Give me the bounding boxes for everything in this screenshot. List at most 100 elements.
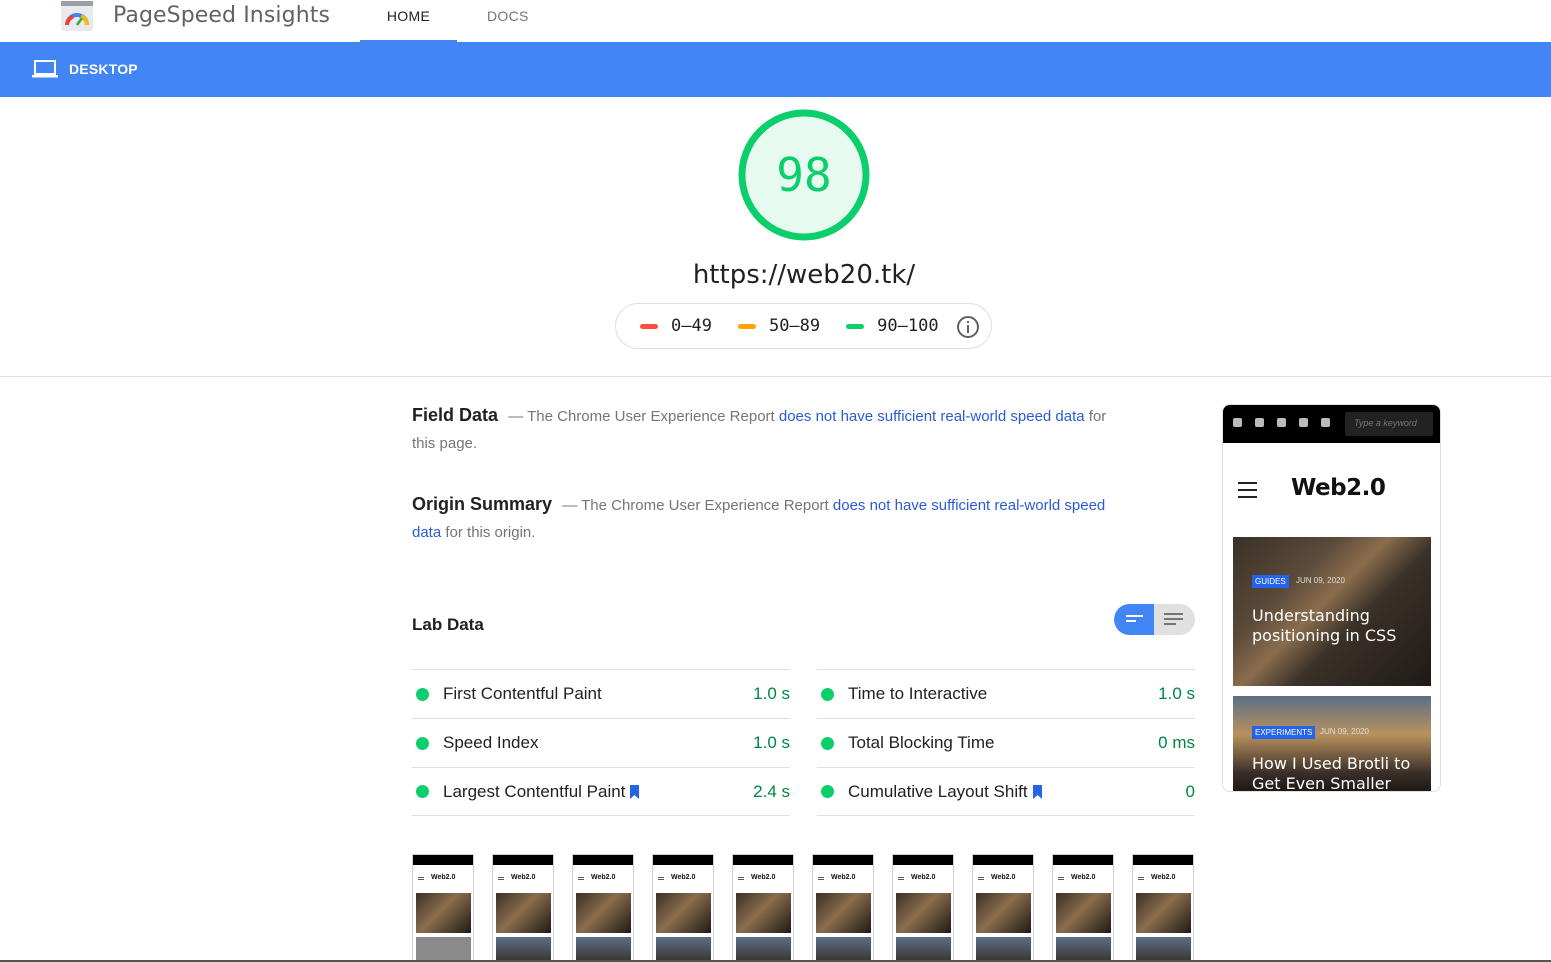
screenshot-header: Web2.0 xyxy=(1223,467,1440,513)
legend-label: 0–49 xyxy=(671,316,712,336)
frame-image xyxy=(736,893,791,933)
legend-average: 50–89 xyxy=(737,316,821,336)
metric-value: 0 ms xyxy=(1158,733,1195,752)
section-divider xyxy=(0,376,1551,377)
frame-image xyxy=(1056,893,1111,933)
info-icon[interactable] xyxy=(956,315,980,339)
metric-value: 2.4 s xyxy=(753,781,790,801)
pass-dot-icon xyxy=(416,736,429,750)
frame-image xyxy=(576,937,631,961)
expanded-view-icon[interactable] xyxy=(1164,612,1183,626)
filmstrip-frame: Web2.0 xyxy=(1132,854,1194,962)
menu-icon xyxy=(738,877,744,880)
metrics-column-left: First Contentful Paint 1.0 s Speed Index… xyxy=(412,669,790,816)
metric-row: First Contentful Paint 1.0 s xyxy=(412,669,790,718)
filmstrip-frame: Web2.0 xyxy=(1052,854,1114,962)
social-icons xyxy=(1233,418,1343,427)
frame-image xyxy=(576,893,631,933)
metric-row: Time to Interactive 1.0 s xyxy=(817,669,1195,718)
menu-icon xyxy=(1058,877,1064,880)
pass-dot-icon xyxy=(821,736,834,750)
frame-image xyxy=(496,893,551,933)
menu-icon xyxy=(818,877,824,880)
metric-label-wrap: Largest Contentful Paint xyxy=(443,782,640,802)
laptop-icon xyxy=(32,60,58,78)
menu-icon xyxy=(498,877,504,880)
frame-brand: Web2.0 xyxy=(671,874,696,881)
card-tag: EXPERIMENTS xyxy=(1252,726,1316,739)
frame-brand: Web2.0 xyxy=(1151,874,1176,881)
field-data-link[interactable]: does not have sufficient real-world spee… xyxy=(779,408,1085,425)
frame-topbar xyxy=(1053,855,1113,865)
card-tag: GUIDES xyxy=(1252,575,1289,588)
pass-dot-icon xyxy=(416,687,429,701)
frame-topbar xyxy=(653,855,713,865)
frame-image xyxy=(1056,937,1111,961)
metric-label: Largest Contentful Paint xyxy=(443,781,626,801)
legend-label: 90–100 xyxy=(877,316,939,336)
metric-value: 1.0 s xyxy=(753,684,790,703)
metric-label: Cumulative Layout Shift xyxy=(848,781,1028,801)
origin-summary-title: Origin Summary xyxy=(412,494,553,514)
filmstrip-frame: Web2.0 xyxy=(812,854,874,962)
metrics-column-right: Time to Interactive 1.0 s Total Blocking… xyxy=(817,669,1195,816)
frame-image xyxy=(736,937,791,961)
metric-label-wrap: Cumulative Layout Shift xyxy=(848,782,1043,802)
pass-dot-icon xyxy=(821,687,834,701)
lab-data-title: Lab Data xyxy=(412,615,484,634)
bookmark-icon[interactable] xyxy=(1032,784,1043,799)
pass-dot-icon xyxy=(821,785,834,798)
frame-image xyxy=(656,937,711,961)
screenshot-card: GUIDES JUN 09, 2020 Understanding positi… xyxy=(1233,537,1431,686)
menu-icon xyxy=(898,877,904,880)
frame-brand: Web2.0 xyxy=(831,874,856,881)
frame-image xyxy=(976,937,1031,961)
card-date: JUN 09, 2020 xyxy=(1320,727,1369,736)
pass-dot-icon xyxy=(416,785,429,798)
metric-value: 1.0 s xyxy=(1158,684,1195,703)
menu-icon xyxy=(978,877,984,880)
metric-label: Speed Index xyxy=(443,733,539,752)
frame-image xyxy=(896,893,951,933)
metric-label: Total Blocking Time xyxy=(848,733,995,752)
frame-topbar xyxy=(493,855,553,865)
top-app-bar: PageSpeed Insights HOME DOCS xyxy=(0,0,1551,42)
youtube-icon xyxy=(1255,418,1264,427)
frame-image xyxy=(1136,937,1191,961)
tab-home[interactable]: HOME xyxy=(360,8,457,42)
frame-brand: Web2.0 xyxy=(431,874,456,881)
app-title: PageSpeed Insights xyxy=(113,3,331,28)
filmstrip-frame: Web2.0 xyxy=(652,854,714,962)
tab-desktop[interactable]: DESKTOP xyxy=(32,59,138,79)
frame-image xyxy=(896,937,951,961)
frame-image xyxy=(1136,893,1191,933)
card-title: How I Used Brotli to Get Even Smaller xyxy=(1252,754,1411,792)
frame-image xyxy=(656,893,711,933)
device-label: DESKTOP xyxy=(69,61,138,77)
bookmark-icon[interactable] xyxy=(629,784,640,799)
average-bar-icon xyxy=(737,323,756,329)
screenshot-topbar: Type a keyword xyxy=(1223,405,1440,443)
pagespeed-logo-icon[interactable] xyxy=(61,1,93,31)
card-title: Understanding positioning in CSS xyxy=(1252,606,1397,645)
score-legend: 0–49 50–89 90–100 xyxy=(615,303,992,349)
metric-value: 0 xyxy=(1185,781,1195,801)
frame-brand: Web2.0 xyxy=(591,874,616,881)
metric-label: First Contentful Paint xyxy=(443,684,602,703)
frame-image xyxy=(816,937,871,961)
menu-icon xyxy=(578,877,584,880)
metrics-view-toggle[interactable] xyxy=(1114,604,1195,635)
screenshot-card: EXPERIMENTS JUN 09, 2020 How I Used Brot… xyxy=(1233,696,1431,792)
legend-label: 50–89 xyxy=(768,316,821,336)
frame-topbar xyxy=(1133,855,1193,865)
final-screenshot: Type a keyword Web2.0 GUIDES JUN 09, 202… xyxy=(1222,404,1441,792)
frame-image xyxy=(416,937,471,961)
origin-summary-suffix: for this origin. xyxy=(441,524,536,541)
linkedin-icon xyxy=(1277,418,1286,427)
origin-summary-section: Origin Summary — The Chrome User Experie… xyxy=(412,491,1132,546)
tab-docs[interactable]: DOCS xyxy=(487,8,529,24)
frame-image xyxy=(416,893,471,933)
github-icon xyxy=(1233,418,1242,427)
filmstrip-frame: Web2.0 xyxy=(412,854,474,962)
frame-brand: Web2.0 xyxy=(511,874,536,881)
